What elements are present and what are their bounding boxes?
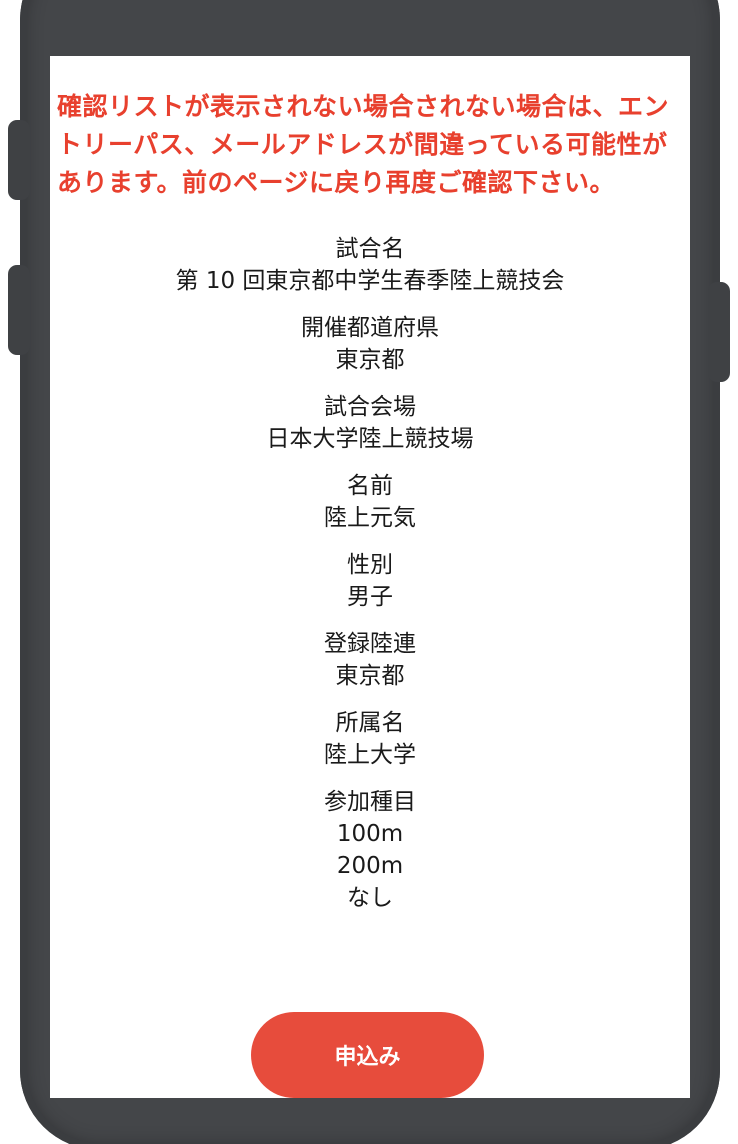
event-item: 200m [336,853,404,879]
field-label: 試合名 [335,236,405,262]
field-value: 東京都 [335,347,405,373]
apply-button[interactable]: 申込み [251,1012,484,1098]
field-match-name: 試合名 第 10 回東京都中学生春季陸上競技会 [50,233,690,297]
field-value: 東京都 [335,663,405,689]
field-label: 登録陸連 [324,631,416,657]
field-federation: 登録陸連 東京都 [50,628,690,692]
event-item: なし [347,885,393,911]
confirmation-list: 試合名 第 10 回東京都中学生春季陸上競技会 開催都道府県 東京都 試合会場 … [50,233,690,929]
field-value: 男子 [347,584,393,610]
volume-down-button [8,265,30,355]
field-value: 日本大学陸上競技場 [266,426,474,452]
volume-up-button [8,120,30,200]
field-affiliation: 所属名 陸上大学 [50,707,690,771]
field-label: 開催都道府県 [301,315,439,341]
field-value: 陸上大学 [324,742,416,768]
field-label: 参加種目 [324,789,416,815]
field-label: 試合会場 [324,394,416,420]
field-events: 参加種目 100m 200m なし [50,786,690,914]
power-button [708,282,730,382]
phone-screen: 確認リストが表示されない場合されない場合は、エントリーパス、メールアドレスが間違… [50,56,690,1098]
event-item: 100m [336,821,404,847]
field-label: 所属名 [335,710,405,736]
field-label: 性別 [347,552,393,578]
field-gender: 性別 男子 [50,549,690,613]
field-name: 名前 陸上元気 [50,470,690,534]
field-prefecture: 開催都道府県 東京都 [50,312,690,376]
field-label: 名前 [347,473,393,499]
warning-message: 確認リストが表示されない場合されない場合は、エントリーパス、メールアドレスが間違… [57,92,670,197]
field-venue: 試合会場 日本大学陸上競技場 [50,391,690,455]
field-value: 第 10 回東京都中学生春季陸上競技会 [175,268,565,294]
field-value: 陸上元気 [324,505,416,531]
